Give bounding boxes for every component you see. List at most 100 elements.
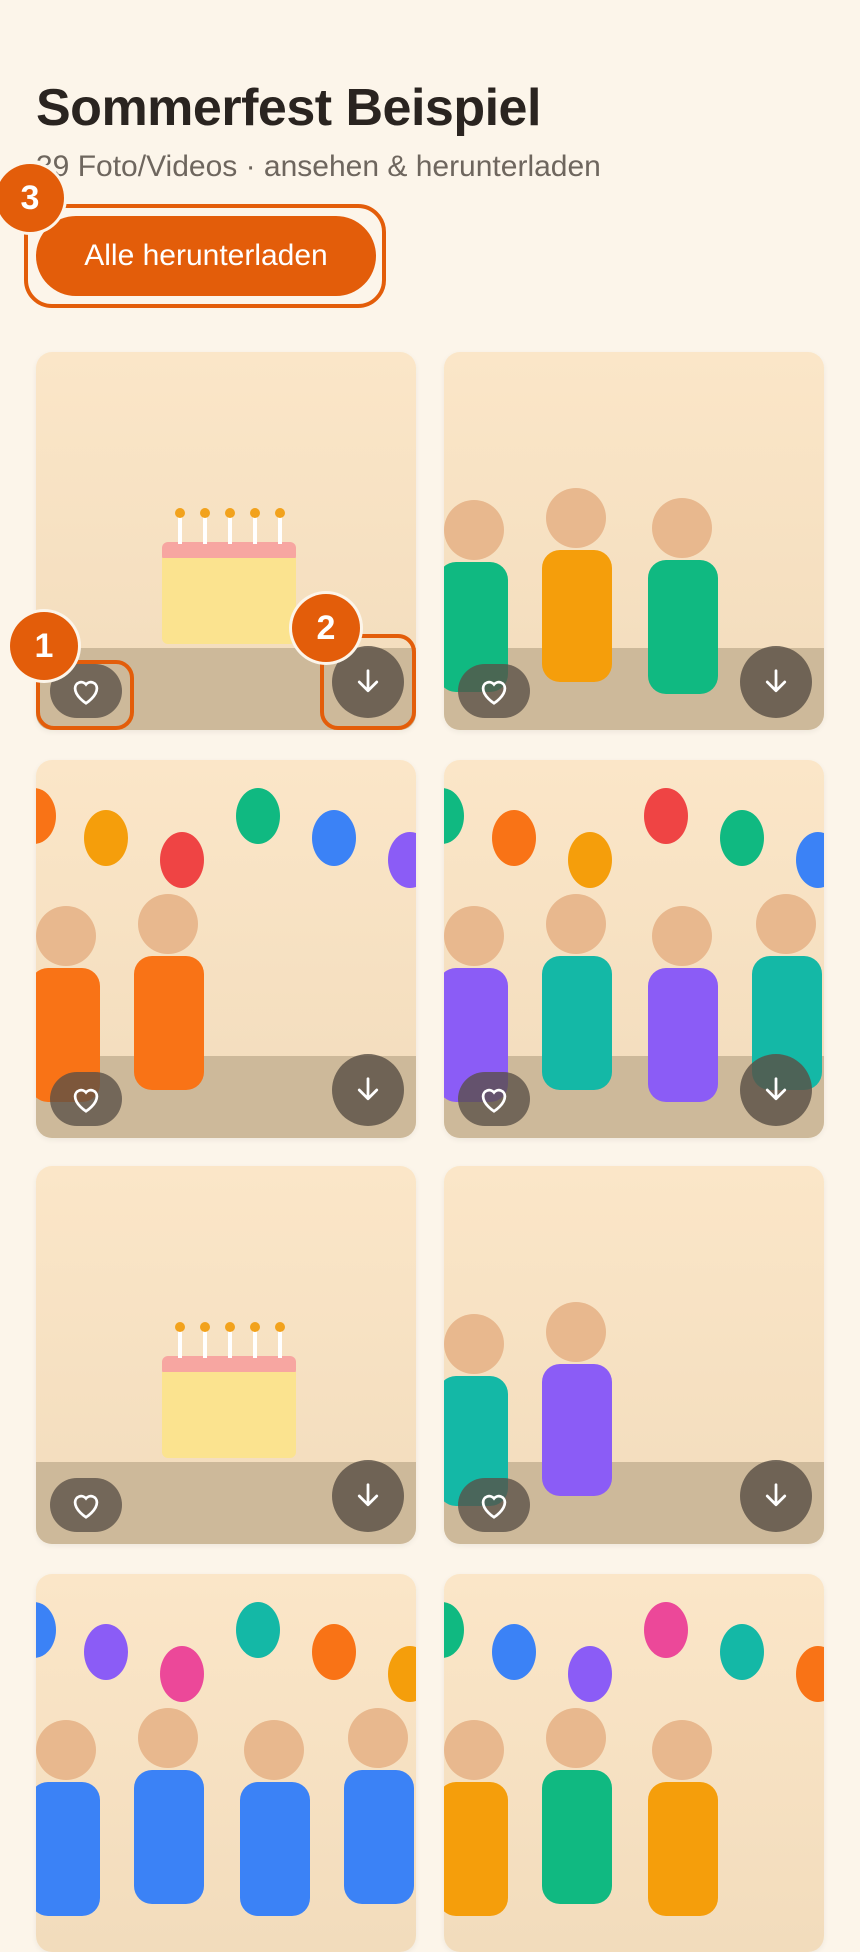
candle <box>178 516 182 544</box>
balloon <box>644 1602 688 1658</box>
download-arrow-icon <box>765 1483 787 1507</box>
balloon <box>236 1602 280 1658</box>
candle <box>178 1330 182 1358</box>
person-body <box>134 1770 204 1904</box>
balloon <box>720 810 764 866</box>
step-marker-2: 2 <box>292 594 360 662</box>
person-body <box>542 956 612 1090</box>
media-tile[interactable] <box>444 352 824 730</box>
favorite-button[interactable] <box>458 1072 530 1126</box>
person-head <box>546 488 606 548</box>
candle <box>228 1330 232 1358</box>
download-button[interactable] <box>740 1054 812 1126</box>
media-grid <box>0 0 860 1952</box>
favorite-button[interactable] <box>458 1478 530 1532</box>
balloon <box>568 832 612 888</box>
flame <box>175 508 185 518</box>
download-button[interactable] <box>332 1054 404 1126</box>
flame <box>200 508 210 518</box>
media-tile[interactable] <box>444 1574 824 1952</box>
person-body <box>240 1782 310 1916</box>
person-body <box>648 968 718 1102</box>
person-head <box>546 1302 606 1362</box>
download-arrow-icon <box>765 1077 787 1101</box>
balloon <box>312 810 356 866</box>
flame <box>275 1322 285 1332</box>
person-head <box>546 1708 606 1768</box>
person-head <box>36 906 96 966</box>
person-head <box>444 500 504 560</box>
candle <box>253 516 257 544</box>
heart-icon <box>73 1088 99 1113</box>
heart-icon <box>481 680 507 705</box>
person-body <box>542 550 612 682</box>
media-tile[interactable] <box>36 1166 416 1544</box>
person-head <box>652 906 712 966</box>
candle <box>203 1330 207 1358</box>
person-head <box>652 498 712 558</box>
favorite-button[interactable] <box>50 1478 122 1532</box>
flame <box>225 1322 235 1332</box>
person-body <box>542 1364 612 1496</box>
candle <box>203 516 207 544</box>
person-head <box>138 894 198 954</box>
balloon <box>388 832 416 888</box>
download-button[interactable] <box>740 646 812 718</box>
person-head <box>444 1720 504 1780</box>
favorite-button[interactable] <box>458 664 530 718</box>
cake-body <box>162 1372 296 1458</box>
media-tile[interactable] <box>444 1166 824 1544</box>
person-body <box>36 1782 100 1916</box>
person-head <box>444 1314 504 1374</box>
download-arrow-icon <box>765 669 787 693</box>
media-tile[interactable] <box>36 1574 416 1952</box>
balloon <box>36 788 56 844</box>
candle <box>228 516 232 544</box>
person-body <box>648 1782 718 1916</box>
download-arrow-icon <box>357 1483 379 1507</box>
candle <box>278 1330 282 1358</box>
balloon <box>720 1624 764 1680</box>
download-button[interactable] <box>740 1460 812 1532</box>
balloon <box>796 1646 824 1702</box>
download-button[interactable] <box>332 1460 404 1532</box>
person-head <box>36 1720 96 1780</box>
flame <box>200 1322 210 1332</box>
flame <box>250 508 260 518</box>
cake-body <box>162 558 296 644</box>
balloon <box>312 1624 356 1680</box>
candle <box>253 1330 257 1358</box>
person-head <box>546 894 606 954</box>
balloon <box>444 1602 464 1658</box>
step-marker-1: 1 <box>10 612 78 680</box>
balloon <box>796 832 824 888</box>
favorite-button[interactable] <box>50 1072 122 1126</box>
balloon <box>236 788 280 844</box>
balloon <box>388 1646 416 1702</box>
person-head <box>652 1720 712 1780</box>
person-body <box>134 956 204 1090</box>
flame <box>175 1322 185 1332</box>
heart-icon <box>73 1494 99 1519</box>
candle <box>278 516 282 544</box>
balloon <box>644 788 688 844</box>
balloon <box>160 832 204 888</box>
media-tile[interactable] <box>444 760 824 1138</box>
person-head <box>244 1720 304 1780</box>
person-body <box>344 1770 414 1904</box>
person-body <box>648 560 718 694</box>
heart-icon <box>481 1494 507 1519</box>
balloon <box>84 810 128 866</box>
person-head <box>756 894 816 954</box>
balloon <box>160 1646 204 1702</box>
balloon <box>84 1624 128 1680</box>
person-head <box>348 1708 408 1768</box>
download-arrow-icon <box>357 1077 379 1101</box>
balloon <box>492 810 536 866</box>
flame <box>225 508 235 518</box>
media-tile[interactable] <box>36 760 416 1138</box>
balloon <box>568 1646 612 1702</box>
balloon <box>444 788 464 844</box>
person-head <box>138 1708 198 1768</box>
flame <box>275 508 285 518</box>
